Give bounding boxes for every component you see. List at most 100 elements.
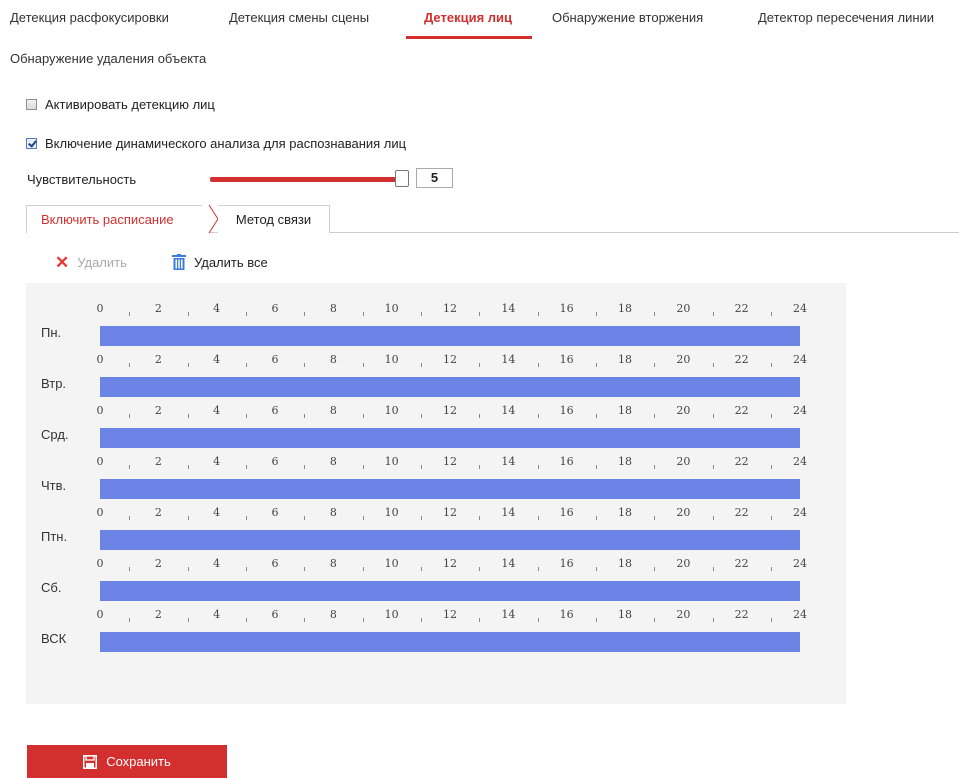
hour-tick-label: 2: [154, 557, 162, 570]
hour-tick-label: 6: [271, 404, 279, 417]
tab-arming-schedule[interactable]: Включить расписание: [26, 205, 209, 233]
hour-tick-label: 0: [96, 404, 104, 417]
hour-tick-label: 12: [443, 557, 457, 570]
hour-tick-mark: [245, 618, 247, 622]
delete-button[interactable]: ✕ Удалить: [55, 254, 127, 271]
hour-tick-mark: [595, 618, 597, 622]
hour-tick-label: 10: [384, 404, 399, 417]
hour-tick-label: 2: [154, 353, 162, 366]
hour-tick-label: 2: [154, 608, 162, 621]
hour-tick-label: 14: [501, 455, 516, 468]
hour-tick-mark: [770, 363, 772, 367]
delete-all-button[interactable]: Удалить все: [172, 254, 268, 270]
tab-intrusion-detection[interactable]: Обнаружение вторжения: [552, 10, 703, 25]
detection-tabs: Детекция расфокусировки Детекция смены с…: [0, 10, 959, 28]
hour-tick-mark: [245, 465, 247, 469]
hour-tick-label: 8: [329, 353, 337, 366]
enable-face-detection-label: Активировать детекцию лиц: [45, 96, 215, 112]
dynamic-analysis-checkbox[interactable]: [26, 137, 37, 149]
hour-tick-label: 18: [618, 302, 632, 315]
save-button[interactable]: Сохранить: [27, 745, 227, 778]
schedule-time-segment[interactable]: [100, 581, 800, 601]
hour-tick-label: 0: [96, 353, 104, 366]
delete-label: Удалить: [77, 255, 127, 270]
hour-tick-label: 22: [734, 455, 749, 468]
schedule-day-label: Птн.: [41, 529, 68, 544]
hour-tick-label: 0: [96, 455, 104, 468]
schedule-day-label: Сб.: [41, 580, 62, 595]
trash-icon: [172, 254, 186, 270]
hour-tick-mark: [537, 363, 539, 367]
hour-tick-label: 4: [213, 302, 221, 315]
hour-tick-label: 12: [443, 455, 457, 468]
hour-tick-mark: [654, 567, 656, 571]
hour-tick-label: 12: [443, 506, 457, 519]
hour-tick-label: 4: [213, 455, 221, 468]
hour-tick-mark: [245, 312, 247, 316]
schedule-time-segment[interactable]: [100, 428, 800, 448]
hour-tick-mark: [304, 618, 306, 622]
hour-tick-mark: [245, 414, 247, 418]
hour-tick-label: 0: [96, 608, 104, 621]
tab-object-removal-detection[interactable]: Обнаружение удаления объекта: [10, 51, 206, 66]
hour-tick-mark: [245, 363, 247, 367]
hour-tick-mark: [420, 516, 422, 520]
hour-tick-label: 2: [154, 455, 162, 468]
hour-tick-label: 10: [384, 557, 399, 570]
sensitivity-slider-track[interactable]: [210, 177, 400, 182]
hour-tick-mark: [595, 516, 597, 520]
hour-tick-mark: [304, 465, 306, 469]
hour-tick-label: 22: [734, 557, 749, 570]
hour-tick-label: 18: [618, 506, 632, 519]
hour-tick-label: 14: [501, 557, 516, 570]
hour-tick-label: 20: [676, 608, 691, 621]
active-tab-underline: [406, 36, 532, 39]
tab-face-detection[interactable]: Детекция лиц: [424, 10, 512, 25]
hour-tick-label: 4: [213, 608, 221, 621]
hour-tick-mark: [129, 567, 131, 571]
hour-tick-label: 24: [793, 506, 807, 519]
hour-tick-label: 6: [271, 353, 279, 366]
hour-tick-mark: [362, 312, 364, 316]
hour-tick-mark: [129, 465, 131, 469]
hour-tick-mark: [712, 312, 714, 316]
schedule-time-segment[interactable]: [100, 479, 800, 499]
hour-tick-label: 10: [384, 506, 399, 519]
schedule-time-segment[interactable]: [100, 377, 800, 397]
hour-tick-label: 4: [213, 557, 221, 570]
hour-tick-mark: [362, 363, 364, 367]
hour-tick-label: 10: [384, 608, 399, 621]
hour-tick-mark: [304, 567, 306, 571]
hour-tick-label: 14: [501, 404, 516, 417]
tab-line-crossing-detection[interactable]: Детектор пересечения линии: [758, 10, 934, 25]
hour-tick-label: 8: [329, 608, 337, 621]
hour-tick-label: 18: [618, 557, 632, 570]
hour-tick-mark: [537, 414, 539, 418]
hour-tick-label: 8: [329, 302, 337, 315]
enable-face-detection-checkbox[interactable]: [26, 98, 37, 110]
hour-tick-label: 20: [676, 506, 691, 519]
schedule-time-segment[interactable]: [100, 632, 800, 652]
hour-tick-label: 20: [676, 353, 691, 366]
tab-linkage-method[interactable]: Метод связи: [218, 205, 330, 233]
tab-defocus-detection[interactable]: Детекция расфокусировки: [10, 10, 169, 25]
schedule-time-segment[interactable]: [100, 530, 800, 550]
hour-tick-label: 24: [793, 557, 807, 570]
hour-tick-mark: [129, 414, 131, 418]
delete-all-label: Удалить все: [194, 254, 268, 270]
hour-tick-label: 18: [618, 455, 632, 468]
hour-tick-mark: [420, 312, 422, 316]
sensitivity-value-field[interactable]: 5: [416, 168, 453, 188]
hour-tick-label: 22: [734, 302, 749, 315]
hour-tick-mark: [595, 312, 597, 316]
hour-tick-label: 14: [501, 608, 516, 621]
hour-tick-mark: [187, 465, 189, 469]
hour-tick-label: 6: [271, 557, 279, 570]
hour-tick-mark: [479, 465, 481, 469]
hour-tick-mark: [654, 618, 656, 622]
sensitivity-slider-handle[interactable]: [395, 170, 409, 187]
hour-tick-label: 6: [271, 608, 279, 621]
hour-tick-mark: [770, 516, 772, 520]
tab-scene-change-detection[interactable]: Детекция смены сцены: [229, 10, 369, 25]
schedule-time-segment[interactable]: [100, 326, 800, 346]
